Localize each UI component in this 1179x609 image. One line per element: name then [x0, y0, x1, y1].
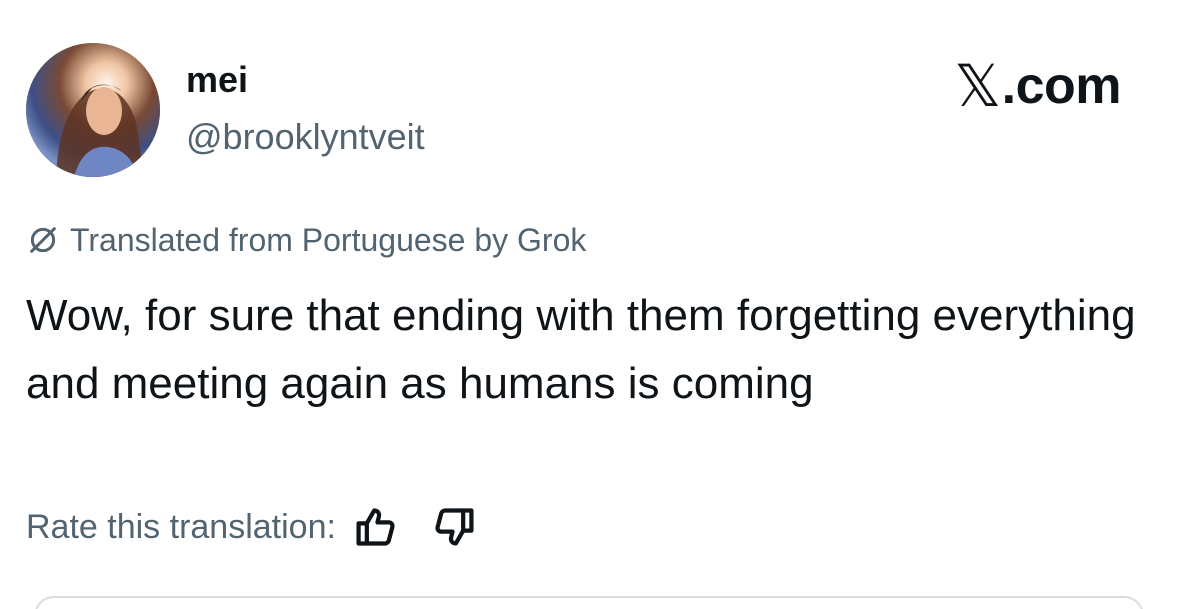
author-display-name[interactable]: mei	[186, 58, 248, 101]
grok-icon	[26, 223, 60, 257]
author-handle[interactable]: @brooklyntveit	[186, 115, 425, 158]
rate-translation-label: Rate this translation:	[26, 507, 336, 546]
thumbs-down-icon	[435, 508, 474, 546]
thumbs-down-button[interactable]	[432, 505, 476, 549]
brand-suffix: .com	[1001, 57, 1122, 115]
rate-translation-row: Rate this translation:	[26, 502, 476, 552]
bottom-card-edge	[34, 596, 1144, 609]
tweet-text: Wow, for sure that ending with them forg…	[26, 291, 1136, 408]
tweet-card: mei @brooklyntveit 𝕏 .com Translated fro…	[0, 0, 1179, 609]
translation-notice-text: Translated from Portuguese by Grok	[70, 221, 587, 258]
x-logo-icon: 𝕏	[954, 52, 1001, 121]
x-com-logo: 𝕏 .com	[954, 55, 1121, 117]
avatar-photo-icon	[26, 43, 160, 177]
avatar[interactable]	[26, 43, 160, 177]
translation-notice: Translated from Portuguese by Grok	[26, 220, 586, 260]
thumbs-up-icon	[356, 508, 395, 546]
thumbs-up-button[interactable]	[354, 505, 398, 549]
